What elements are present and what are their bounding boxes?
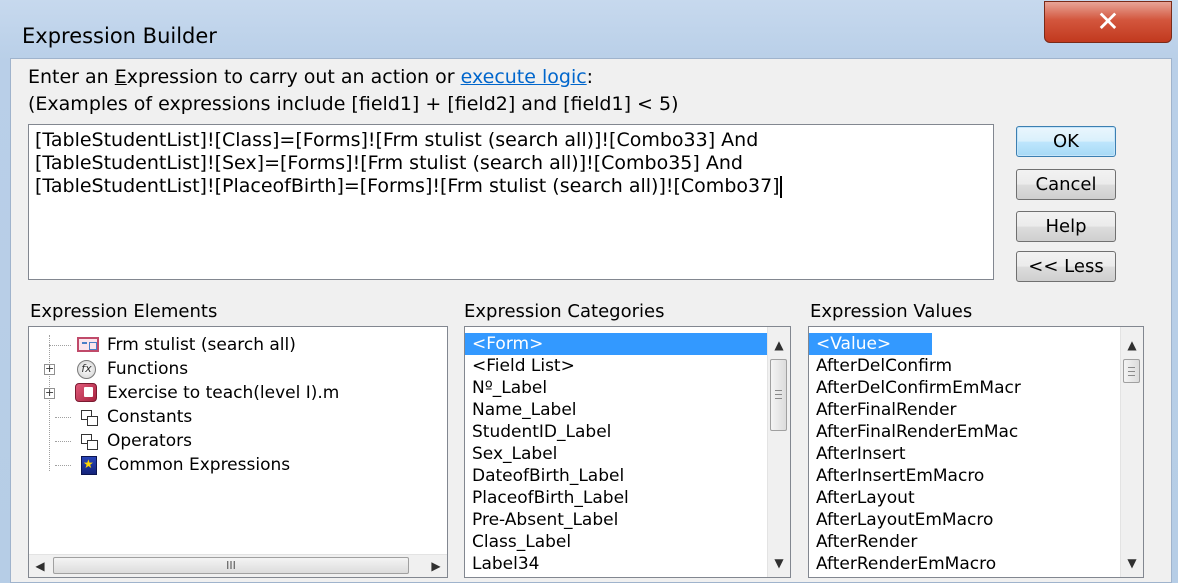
- close-button[interactable]: ✕: [1044, 1, 1172, 43]
- expand-icon[interactable]: +: [44, 387, 55, 399]
- text-caret: [779, 175, 782, 198]
- list-item[interactable]: AfterInsert: [809, 443, 1121, 465]
- ok-button[interactable]: OK: [1016, 126, 1116, 157]
- list-item[interactable]: AfterLayoutEmMacro: [809, 509, 1121, 531]
- expression-line: [TableStudentList]![Class]=[Forms]![Frm …: [35, 129, 759, 151]
- expression-line: [TableStudentList]![PlaceofBirth]=[Forms…: [35, 175, 782, 198]
- scroll-left-icon[interactable]: ◀: [29, 556, 51, 576]
- database-icon: [75, 383, 97, 402]
- less-button[interactable]: << Less: [1016, 251, 1116, 282]
- list-item[interactable]: AfterDelConfirmEmMacr: [809, 377, 1121, 399]
- instruction-text: Enter an Expression to carry out an acti…: [28, 66, 594, 88]
- expression-categories-header: Expression Categories: [464, 301, 665, 322]
- operators-icon: [81, 434, 98, 450]
- scroll-up-icon[interactable]: ▲: [1121, 335, 1143, 355]
- list-item[interactable]: AfterRenderEmMacro: [809, 553, 1121, 575]
- scroll-thumb[interactable]: [770, 359, 787, 431]
- scroll-thumb[interactable]: [1123, 359, 1140, 383]
- expression-values-list[interactable]: <Value> AfterDelConfirm AfterDelConfirmE…: [808, 326, 1144, 578]
- scroll-up-icon[interactable]: ▲: [768, 335, 790, 355]
- expression-line: [TableStudentList]![Sex]=[Forms]![Frm st…: [35, 152, 743, 174]
- title-bar[interactable]: Expression Builder ✕: [0, 0, 1178, 58]
- tree-line: [55, 441, 71, 442]
- constants-icon: [81, 410, 98, 426]
- scroll-thumb[interactable]: III: [53, 557, 409, 574]
- list-item[interactable]: Pre-Absent_Label: [465, 509, 768, 531]
- expand-icon[interactable]: +: [44, 363, 55, 375]
- scroll-down-icon[interactable]: ▼: [768, 553, 790, 573]
- list-item[interactable]: Sex_Label: [465, 443, 768, 465]
- list-item[interactable]: <Value>: [809, 333, 932, 355]
- horizontal-scrollbar[interactable]: ◀ III ▶: [29, 554, 447, 577]
- list-item[interactable]: AfterFinalRender: [809, 399, 1121, 421]
- expression-elements-tree[interactable]: Frm stulist (search all) + fx Functions …: [28, 326, 448, 578]
- function-icon: fx: [77, 360, 96, 379]
- list-item[interactable]: StudentID_Label: [465, 421, 768, 443]
- tree-line: [55, 465, 71, 466]
- list-item[interactable]: Nº_Label: [465, 377, 768, 399]
- tree-line: [49, 335, 50, 471]
- list-item[interactable]: PlaceofBirth_Label: [465, 487, 768, 509]
- examples-text: (Examples of expressions include [field1…: [28, 93, 679, 115]
- expression-textbox[interactable]: [TableStudentList]![Class]=[Forms]![Frm …: [28, 124, 994, 280]
- list-item[interactable]: AfterDelConfirm: [809, 355, 1121, 377]
- list-item[interactable]: AfterRender: [809, 531, 1121, 553]
- list-item[interactable]: AfterInsertEmMacro: [809, 465, 1121, 487]
- expression-values-header: Expression Values: [810, 301, 973, 322]
- help-button[interactable]: Help: [1016, 211, 1116, 242]
- tree-line: [49, 345, 71, 346]
- close-icon: ✕: [1096, 5, 1120, 38]
- list-item[interactable]: AfterFinalRenderEmMac: [809, 421, 1121, 443]
- cancel-button[interactable]: Cancel: [1016, 169, 1116, 200]
- list-item[interactable]: Name_Label: [465, 399, 768, 421]
- scroll-right-icon[interactable]: ▶: [425, 556, 447, 576]
- list-item[interactable]: DateofBirth_Label: [465, 465, 768, 487]
- common-expressions-icon: ★: [81, 456, 97, 475]
- scroll-down-icon[interactable]: ▼: [1121, 553, 1143, 573]
- list-item[interactable]: Label34: [465, 553, 768, 575]
- vertical-scrollbar[interactable]: ▲ ▼: [1120, 327, 1143, 577]
- dialog-title: Expression Builder: [22, 24, 217, 48]
- vertical-scrollbar[interactable]: ▲ ▼: [767, 327, 790, 577]
- execute-logic-link[interactable]: execute logic: [461, 66, 587, 88]
- list-item[interactable]: AfterLayout: [809, 487, 1121, 509]
- list-item[interactable]: <Field List>: [465, 355, 768, 377]
- tree-line: [55, 417, 71, 418]
- list-item[interactable]: <Form>: [465, 333, 768, 355]
- expression-categories-list[interactable]: <Form> <Field List> Nº_Label Name_Label …: [464, 326, 791, 578]
- list-item[interactable]: Class_Label: [465, 531, 768, 553]
- form-icon: [77, 337, 99, 352]
- expression-elements-header: Expression Elements: [30, 301, 218, 322]
